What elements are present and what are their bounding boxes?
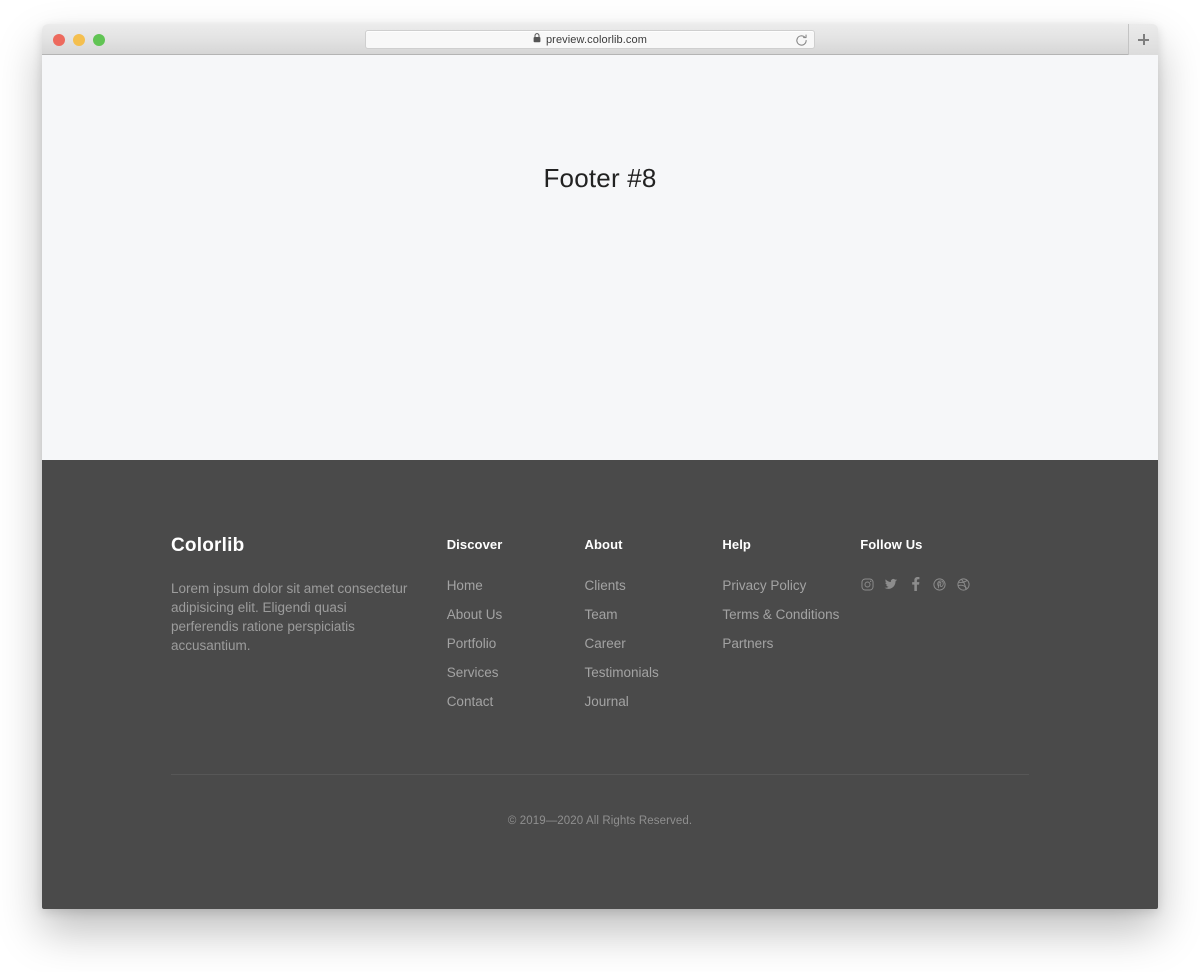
list-item: Clients	[585, 577, 723, 595]
close-window-button[interactable]	[53, 34, 65, 46]
copyright-text: © 2019—2020 All Rights Reserved.	[507, 815, 693, 827]
list-item: Testimonials	[585, 664, 723, 682]
minimize-window-button[interactable]	[73, 34, 85, 46]
footer-inner: Colorlib Lorem ipsum dolor sit amet cons…	[171, 460, 1029, 827]
footer-link-home[interactable]: Home	[447, 578, 483, 593]
window-controls	[53, 34, 105, 46]
pinterest-icon[interactable]	[932, 577, 946, 591]
browser-window: preview.colorlib.com Footer #8 Colorlib	[42, 24, 1158, 909]
list-item: Portfolio	[447, 635, 585, 653]
list-item: Career	[585, 635, 723, 653]
new-tab-button[interactable]	[1128, 24, 1158, 55]
footer-link-about-us[interactable]: About Us	[447, 607, 503, 622]
list-item: Home	[447, 577, 585, 595]
footer-link-services[interactable]: Services	[447, 665, 499, 680]
footer-link-terms-conditions[interactable]: Terms & Conditions	[722, 607, 839, 622]
list-item: Journal	[585, 693, 723, 711]
brand-description: Lorem ipsum dolor sit amet consectetur a…	[171, 581, 408, 653]
site-footer: Colorlib Lorem ipsum dolor sit amet cons…	[42, 460, 1158, 909]
dribbble-icon[interactable]	[956, 577, 970, 591]
list-item: Partners	[722, 635, 860, 653]
footer-column-about: About Clients Team Career Testimonials J…	[585, 536, 723, 722]
link-list-help: Privacy Policy Terms & Conditions Partne…	[722, 577, 860, 653]
footer-divider	[171, 774, 1029, 775]
footer-brand-column: Colorlib Lorem ipsum dolor sit amet cons…	[171, 536, 447, 722]
column-heading-discover: Discover	[446, 537, 503, 552]
link-list-discover: Home About Us Portfolio Services Contact	[447, 577, 585, 711]
footer-link-journal[interactable]: Journal	[585, 694, 629, 709]
url-text: preview.colorlib.com	[545, 33, 648, 46]
instagram-icon[interactable]	[860, 577, 874, 591]
twitter-icon[interactable]	[884, 577, 898, 591]
address-bar[interactable]: preview.colorlib.com	[365, 30, 815, 49]
footer-columns: Colorlib Lorem ipsum dolor sit amet cons…	[171, 536, 1029, 722]
list-item: About Us	[447, 606, 585, 624]
page-title: Footer #8	[543, 163, 657, 193]
list-item: Privacy Policy	[722, 577, 860, 595]
maximize-window-button[interactable]	[93, 34, 105, 46]
footer-column-help: Help Privacy Policy Terms & Conditions P…	[722, 536, 860, 722]
lock-icon	[533, 33, 541, 46]
list-item: Contact	[447, 693, 585, 711]
brand-name: Colorlib	[171, 535, 245, 556]
address-bar-content: preview.colorlib.com	[533, 33, 647, 46]
social-links	[860, 577, 1029, 591]
list-item: Terms & Conditions	[722, 606, 860, 624]
footer-link-partners[interactable]: Partners	[722, 636, 773, 651]
column-heading-follow-us: Follow Us	[860, 537, 923, 552]
footer-column-discover: Discover Home About Us Portfolio Service…	[447, 536, 585, 722]
plus-icon	[1138, 34, 1149, 45]
footer-link-career[interactable]: Career	[585, 636, 626, 651]
page-viewport: Footer #8 Colorlib Lorem ipsum dolor sit…	[42, 55, 1158, 909]
footer-link-team[interactable]: Team	[585, 607, 618, 622]
hero-section: Footer #8	[42, 55, 1158, 460]
footer-column-follow-us: Follow Us	[860, 536, 1029, 722]
footer-link-contact[interactable]: Contact	[447, 694, 494, 709]
list-item: Team	[585, 606, 723, 624]
footer-link-privacy-policy[interactable]: Privacy Policy	[722, 578, 806, 593]
reload-icon[interactable]	[795, 34, 808, 52]
browser-titlebar: preview.colorlib.com	[42, 24, 1158, 55]
footer-link-clients[interactable]: Clients	[585, 578, 626, 593]
list-item: Services	[447, 664, 585, 682]
footer-link-portfolio[interactable]: Portfolio	[447, 636, 497, 651]
facebook-icon[interactable]	[908, 577, 922, 591]
footer-link-testimonials[interactable]: Testimonials	[585, 665, 659, 680]
column-heading-about: About	[584, 537, 623, 552]
link-list-about: Clients Team Career Testimonials Journal	[585, 577, 723, 711]
column-heading-help: Help	[722, 537, 751, 552]
